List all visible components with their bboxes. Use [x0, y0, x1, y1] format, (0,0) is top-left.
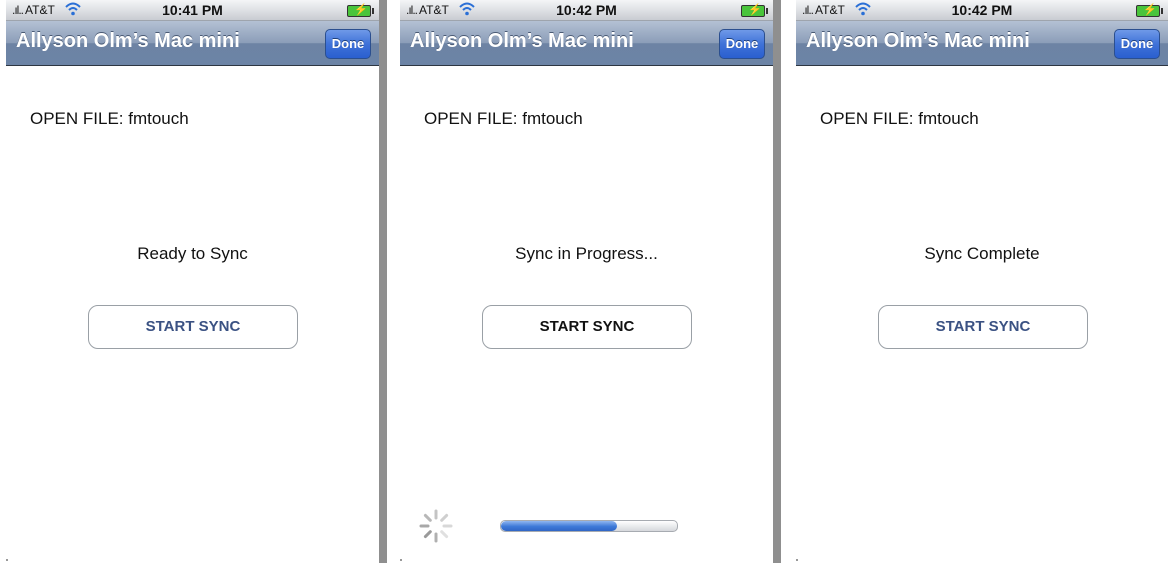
- screen-divider: [773, 0, 781, 563]
- divider-dot: [6, 559, 8, 561]
- activity-spinner-icon: [419, 509, 453, 543]
- battery-charging-icon: ⚡: [347, 4, 374, 17]
- phone-screen-complete: .ıl.. AT&T 10:42 PM ⚡ Allyson Olm’s Mac m…: [796, 0, 1168, 563]
- clock: 10:42 PM: [556, 2, 617, 18]
- done-button[interactable]: Done: [719, 29, 765, 59]
- nav-title: Allyson Olm’s Mac mini: [410, 30, 634, 52]
- nav-title: Allyson Olm’s Mac mini: [16, 30, 240, 52]
- screen-divider: [379, 0, 387, 563]
- battery-charging-icon: ⚡: [1136, 4, 1163, 17]
- navigation-bar: Allyson Olm’s Mac mini Done: [6, 21, 379, 66]
- done-button[interactable]: Done: [1114, 29, 1160, 59]
- sync-progress-fill: [501, 521, 618, 531]
- status-bar: .ıl.. AT&T 10:42 PM ⚡: [796, 0, 1168, 21]
- divider-dot: [400, 559, 402, 561]
- navigation-bar: Allyson Olm’s Mac mini Done: [796, 21, 1168, 66]
- navigation-bar: Allyson Olm’s Mac mini Done: [400, 21, 773, 66]
- battery-charging-icon: ⚡: [741, 4, 768, 17]
- status-bar: .ıl.. AT&T 10:42 PM ⚡: [400, 0, 773, 21]
- open-file-label: OPEN FILE: fmtouch: [30, 109, 189, 128]
- phone-screen-ready: .ıl.. AT&T 10:41 PM ⚡ Allyson Olm’s Mac m…: [6, 0, 379, 563]
- clock: 10:41 PM: [162, 2, 223, 18]
- sync-status-text: Ready to Sync: [137, 244, 248, 263]
- start-sync-button[interactable]: START SYNC: [878, 305, 1088, 349]
- open-file-label: OPEN FILE: fmtouch: [424, 109, 583, 128]
- nav-title: Allyson Olm’s Mac mini: [806, 30, 1030, 52]
- phone-screen-in-progress: .ıl.. AT&T 10:42 PM ⚡ Allyson Olm’s Mac m…: [400, 0, 773, 563]
- sync-status-text: Sync Complete: [924, 244, 1040, 263]
- sync-status-text: Sync in Progress...: [515, 244, 658, 263]
- open-file-label: OPEN FILE: fmtouch: [820, 109, 979, 128]
- clock: 10:42 PM: [951, 2, 1013, 18]
- status-bar: .ıl.. AT&T 10:41 PM ⚡: [6, 0, 379, 21]
- done-button[interactable]: Done: [325, 29, 371, 59]
- sync-progress-bar: [500, 520, 678, 532]
- start-sync-button[interactable]: START SYNC: [482, 305, 692, 349]
- divider-dot: [796, 559, 798, 561]
- start-sync-button[interactable]: START SYNC: [88, 305, 298, 349]
